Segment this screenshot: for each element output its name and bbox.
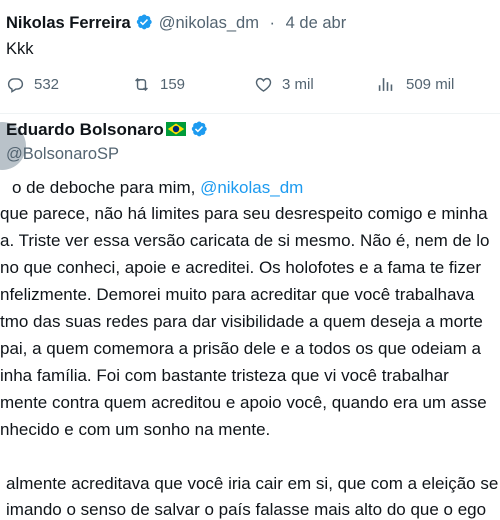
views-button[interactable]: 509 mil: [378, 75, 454, 94]
tweet-date[interactable]: 4 de abr: [286, 14, 347, 32]
body-line: no que conheci, apoie e acreditei. Os ho…: [0, 258, 482, 277]
verified-badge-icon: [191, 121, 207, 137]
author-name-text[interactable]: Eduardo Bolsonaro: [6, 120, 164, 139]
body-line: almente acreditava que você iria cair em…: [6, 474, 499, 493]
body-line: o de deboche para mim, @nikolas_dm: [12, 178, 303, 198]
tweet-header: Nikolas Ferreira @nikolas_dm · 4 de abr: [6, 13, 346, 33]
body-line: nhecido e com um sonho na mente.: [0, 420, 271, 439]
like-count: 3 mil: [282, 76, 314, 93]
like-button[interactable]: 3 mil: [254, 75, 314, 94]
reply-button[interactable]: 532: [6, 75, 59, 94]
action-bar: 532 159 3 mil 509 mil: [0, 75, 500, 99]
retweet-count: 159: [160, 76, 186, 93]
brazil-flag-icon: [165, 122, 186, 136]
body-line: mente contra quem acreditou e apoio você…: [0, 393, 487, 412]
verified-badge-icon: [136, 14, 152, 30]
body-line: a. Triste ver essa versão caricata de si…: [0, 231, 490, 250]
retweet-icon: [135, 77, 148, 92]
tweet-nikolas[interactable]: Nikolas Ferreira @nikolas_dm · 4 de abr K…: [0, 0, 500, 112]
reply-icon: [7, 78, 24, 93]
views-icon: [378, 78, 393, 91]
author-name: Eduardo Bolsonaro: [6, 120, 208, 140]
body-line: nfelizmente. Demorei muito para acredita…: [0, 285, 475, 304]
views-count: 509 mil: [406, 76, 455, 93]
body-line: que parece, não há limites para seu desr…: [0, 204, 488, 223]
tweet-text: Kkk: [6, 40, 34, 58]
mention-link[interactable]: @nikolas_dm: [200, 178, 303, 197]
author-handle[interactable]: @BolsonaroSP: [6, 145, 119, 164]
like-icon: [255, 77, 272, 92]
body-line: imando o senso de salvar o país falasse …: [6, 500, 487, 519]
reply-count: 532: [34, 76, 60, 93]
body-line: tmo das suas redes para dar visibilidade…: [0, 312, 483, 331]
body-line: pai, a quem comemora a prisão dele e a t…: [0, 339, 482, 358]
author-handle[interactable]: @nikolas_dm: [159, 14, 259, 32]
body-line-text: o de deboche para mim,: [12, 178, 201, 197]
separator-dot: ·: [269, 14, 276, 32]
author-name[interactable]: Nikolas Ferreira: [6, 14, 131, 32]
retweet-button[interactable]: 159: [132, 75, 185, 94]
tweet-divider: [0, 113, 500, 114]
body-line: inha família. Foi com bastante tristeza …: [0, 366, 449, 385]
